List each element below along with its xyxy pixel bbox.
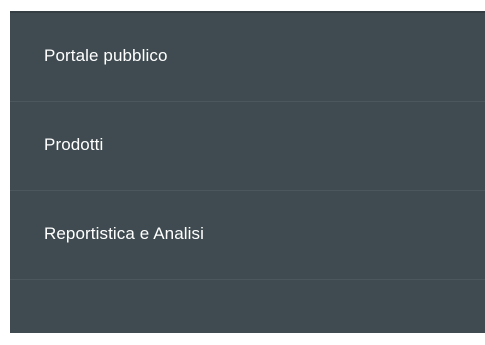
menu-item-label: Reportistica e Analisi: [44, 224, 204, 243]
menu-item-reportistica-e-analisi[interactable]: Reportistica e Analisi: [10, 191, 485, 280]
screenshot-frame: Portale pubblico Prodotti Reportistica e…: [0, 0, 485, 345]
menu-item-prodotti[interactable]: Prodotti: [10, 102, 485, 191]
menu-item-portale-pubblico[interactable]: Portale pubblico: [10, 13, 485, 102]
navigation-menu: Portale pubblico Prodotti Reportistica e…: [10, 11, 485, 333]
menu-item-label: Portale pubblico: [44, 46, 168, 65]
menu-item-label: Prodotti: [44, 135, 104, 154]
